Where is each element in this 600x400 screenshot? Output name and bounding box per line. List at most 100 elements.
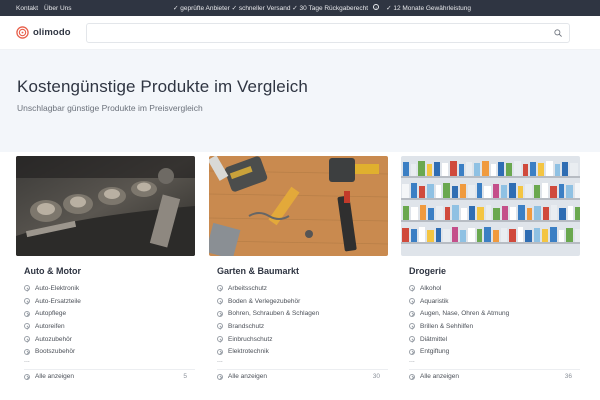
list-item-label: Boden & Verlegezubehör (228, 297, 301, 305)
hero-section: Kostengünstige Produkte im Vergleich Uns… (0, 50, 600, 152)
chevron-right-icon (409, 348, 415, 355)
list-item[interactable]: Entgiftung (409, 345, 580, 358)
drugstore-shelves-image (401, 156, 580, 256)
subcategory-list: Auto-Elektronik Auto-Ersatzteile Autopfl… (24, 282, 195, 358)
category-image-engine[interactable] (16, 156, 195, 256)
show-all-link[interactable]: Alle anzeigen 5 (24, 369, 195, 383)
show-all-link[interactable]: Alle anzeigen 36 (409, 369, 580, 383)
category-card-drogerie: Drogerie Alkohol Aquaristik Augen, Nase,… (401, 156, 580, 383)
chevron-right-icon (409, 336, 415, 343)
chevron-right-icon (24, 373, 30, 380)
list-item-label: Auto-Elektronik (35, 284, 80, 292)
chevron-right-icon (409, 298, 415, 305)
chevron-right-icon (217, 373, 223, 380)
list-item-label: Aquaristik (420, 297, 449, 305)
list-item-label: Brandschutz (228, 322, 265, 330)
list-item-label: Bohren, Schrauben & Schlagen (228, 310, 320, 318)
category-count: 36 (564, 373, 572, 381)
benefits: ✓ geprüfte Anbieter ✓ schneller Versand … (173, 4, 471, 12)
category-count: 30 (372, 373, 380, 381)
list-item-label: Arbeitsschutz (228, 284, 268, 292)
list-item[interactable]: Autozubehör (24, 333, 195, 346)
subcategory-list: Alkohol Aquaristik Augen, Nase, Ohren & … (409, 282, 580, 358)
list-item-label: Brillen & Sehhilfen (420, 322, 474, 330)
warranty-text: ✓ 12 Monate Gewährleistung (386, 5, 472, 12)
list-item-label: Augen, Nase, Ohren & Atmung (420, 310, 510, 318)
chevron-right-icon (409, 323, 415, 330)
list-item-label: Auto-Ersatzteile (35, 297, 81, 305)
chevron-right-icon (217, 348, 223, 355)
page-subtitle: Unschlagbar günstige Produkte im Preisve… (17, 103, 203, 113)
list-item[interactable]: Brandschutz (217, 320, 388, 333)
list-item[interactable]: Elektrotechnik (217, 345, 388, 358)
list-item-label: Autoreifen (35, 322, 65, 330)
list-item[interactable]: Autopflege (24, 307, 195, 320)
category-image-tools[interactable] (209, 156, 388, 256)
list-item[interactable]: Brillen & Sehhilfen (409, 320, 580, 333)
category-title[interactable]: Drogerie (409, 266, 580, 276)
chevron-right-icon (24, 323, 30, 330)
chevron-right-icon (217, 336, 223, 343)
olimodo-logo-icon (16, 26, 29, 39)
link-kontakt[interactable]: Kontakt (16, 5, 38, 12)
more-ellipsis: ... (217, 357, 223, 365)
category-title[interactable]: Auto & Motor (24, 266, 195, 276)
chevron-right-icon (24, 285, 30, 292)
logo[interactable]: olimodo (16, 26, 86, 39)
logo-text: olimodo (33, 27, 71, 38)
info-icon[interactable]: i (373, 4, 380, 10)
chevron-right-icon (24, 298, 30, 305)
list-item[interactable]: Boden & Verlegezubehör (217, 295, 388, 308)
subcategory-list: Arbeitsschutz Boden & Verlegezubehör Boh… (217, 282, 388, 358)
list-item[interactable]: Alkohol (409, 282, 580, 295)
list-item-label: Autozubehör (35, 335, 72, 343)
chevron-right-icon (24, 310, 30, 317)
list-item-label: Alkohol (420, 284, 442, 292)
list-item[interactable]: Diätmittel (409, 333, 580, 346)
link-ueber-uns[interactable]: Über Uns (44, 5, 71, 12)
category-image-shelves[interactable] (401, 156, 580, 256)
chevron-right-icon (217, 285, 223, 292)
show-all-label: Alle anzeigen (228, 373, 268, 381)
chevron-right-icon (24, 336, 30, 343)
more-ellipsis: ... (24, 357, 30, 365)
category-card-auto-motor: Auto & Motor Auto-Elektronik Auto-Ersatz… (16, 156, 195, 383)
engine-image (16, 156, 195, 256)
list-item[interactable]: Autoreifen (24, 320, 195, 333)
list-item[interactable]: Arbeitsschutz (217, 282, 388, 295)
list-item[interactable]: Auto-Elektronik (24, 282, 195, 295)
show-all-label: Alle anzeigen (35, 373, 75, 381)
list-item[interactable]: Bootszubehör (24, 345, 195, 358)
benefits-text: ✓ geprüfte Anbieter ✓ schneller Versand … (173, 5, 369, 12)
chevron-right-icon (409, 373, 415, 380)
top-links: Kontakt Über Uns (16, 5, 72, 12)
list-item-label: Entgiftung (420, 348, 450, 356)
chevron-right-icon (24, 348, 30, 355)
list-item-label: Diätmittel (420, 335, 448, 343)
list-item[interactable]: Aquaristik (409, 295, 580, 308)
chevron-right-icon (409, 310, 415, 317)
chevron-right-icon (409, 285, 415, 292)
chevron-right-icon (217, 298, 223, 305)
list-item-label: Bootszubehör (35, 348, 76, 356)
category-title[interactable]: Garten & Baumarkt (217, 266, 388, 276)
tools-image (209, 156, 388, 256)
page-title: Kostengünstige Produkte im Vergleich (17, 77, 308, 96)
list-item-label: Einbruchschutz (228, 335, 273, 343)
search-box[interactable] (86, 23, 570, 45)
chevron-right-icon (217, 323, 223, 330)
more-ellipsis: ... (409, 357, 415, 365)
show-all-link[interactable]: Alle anzeigen 30 (217, 369, 388, 383)
top-bar: Kontakt Über Uns ✓ geprüfte Anbieter ✓ s… (0, 0, 600, 16)
list-item-label: Autopflege (35, 310, 67, 318)
list-item[interactable]: Einbruchschutz (217, 333, 388, 346)
search-input[interactable] (87, 26, 547, 45)
list-item-label: Elektrotechnik (228, 348, 269, 356)
search-icon[interactable] (554, 29, 562, 37)
category-count: 5 (183, 373, 187, 381)
list-item[interactable]: Auto-Ersatzteile (24, 295, 195, 308)
category-card-garten-baumarkt: Garten & Baumarkt Arbeitsschutz Boden & … (209, 156, 388, 383)
list-item[interactable]: Augen, Nase, Ohren & Atmung (409, 307, 580, 320)
chevron-right-icon (217, 310, 223, 317)
list-item[interactable]: Bohren, Schrauben & Schlagen (217, 307, 388, 320)
